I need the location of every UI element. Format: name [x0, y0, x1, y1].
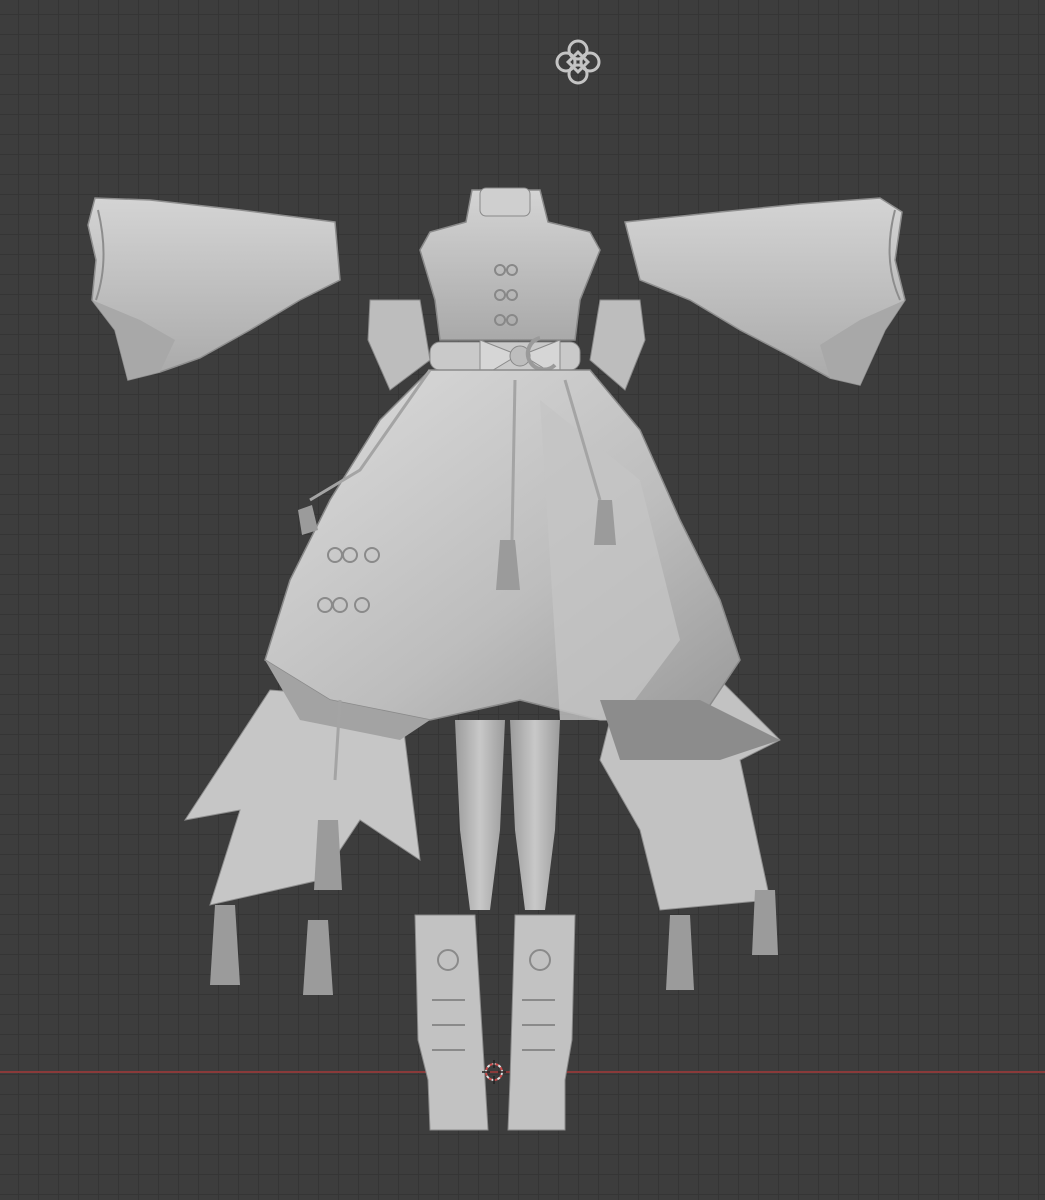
3d-viewport[interactable] [0, 0, 1045, 1200]
scene-canvas [87, 39, 906, 1131]
flower-knot-ornament-icon [555, 39, 601, 85]
legs [455, 720, 560, 910]
left-sleeve [87, 197, 341, 381]
3d-cursor-icon[interactable] [482, 1060, 506, 1084]
bodice [419, 187, 601, 341]
main-skirt [264, 369, 780, 760]
boots [414, 914, 576, 1131]
right-sleeve [624, 197, 906, 386]
